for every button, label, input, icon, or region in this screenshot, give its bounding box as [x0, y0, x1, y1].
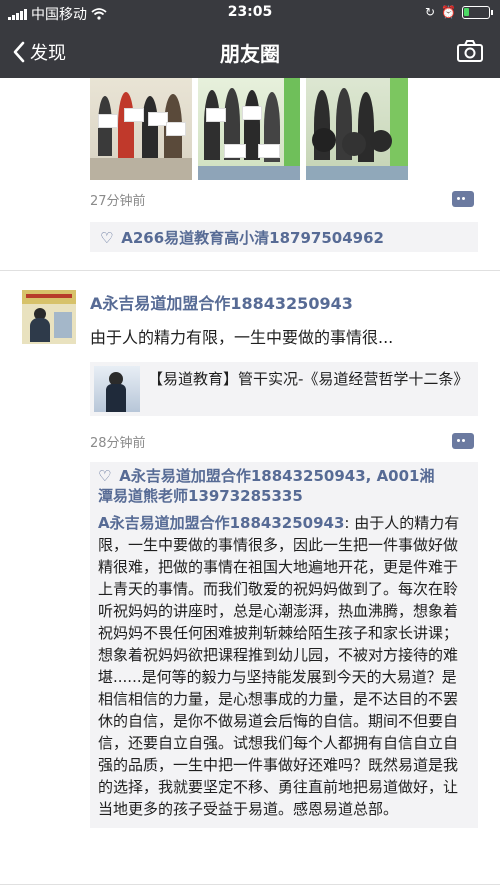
- avatar[interactable]: [22, 290, 76, 344]
- camera-icon: [457, 40, 483, 62]
- post-photo[interactable]: [306, 78, 408, 180]
- page-title: 朋友圈: [220, 42, 280, 66]
- post-divider: [0, 270, 500, 271]
- likes-box: ♡ A永吉易道加盟合作18843250943, A001湘 潭易道熊老师1397…: [90, 462, 478, 508]
- comment-author[interactable]: A永吉易道加盟合作18843250943: [98, 514, 344, 532]
- nav-bar: 发现 朋友圈: [0, 26, 500, 78]
- like-users-line2[interactable]: 潭易道熊老师13973285335: [98, 486, 470, 506]
- post-photos: [90, 78, 408, 180]
- post-photo[interactable]: [198, 78, 300, 180]
- like-users-line1[interactable]: A永吉易道加盟合作18843250943, A001湘: [119, 467, 434, 485]
- comment-item: A永吉易道加盟合作18843250943: 由于人的精力有限，一生中要做的事情很…: [90, 508, 478, 828]
- shared-article-card[interactable]: 【易道教育】管干实况-《易道经营哲学十二条》: [90, 362, 478, 416]
- heart-icon: ♡: [100, 229, 114, 247]
- article-title: 【易道教育】管干实况-《易道经营哲学十二条》: [148, 370, 469, 388]
- status-right: ↻ ⏰: [424, 5, 493, 19]
- battery-icon: [462, 5, 493, 19]
- post-text: 由于人的精力有限，一生中要做的事情很...: [90, 328, 394, 347]
- camera-button[interactable]: [456, 39, 484, 67]
- article-thumbnail: [94, 366, 140, 412]
- post-divider: [0, 884, 500, 885]
- rotation-lock-icon: ↻: [424, 5, 436, 19]
- post-time: 28分钟前: [90, 436, 146, 451]
- comment-text: : 由于人的精力有限，一生中要做的事情很多，因此一生把一件事做好做精很难，把做的…: [98, 514, 460, 818]
- like-user[interactable]: A266易道教育高小清18797504962: [121, 229, 384, 247]
- comment-menu-button[interactable]: [452, 191, 474, 207]
- alarm-icon: ⏰: [441, 5, 456, 19]
- post-time: 27分钟前: [90, 194, 146, 209]
- likes-box: ♡ A266易道教育高小清18797504962: [90, 222, 478, 252]
- post-author[interactable]: A永吉易道加盟合作18843250943: [90, 290, 353, 314]
- comment-menu-button[interactable]: [452, 433, 474, 449]
- post-photo[interactable]: [90, 78, 192, 180]
- heart-icon: ♡: [98, 467, 112, 485]
- status-bar: 中国移动 23:05 ↻ ⏰: [0, 0, 500, 26]
